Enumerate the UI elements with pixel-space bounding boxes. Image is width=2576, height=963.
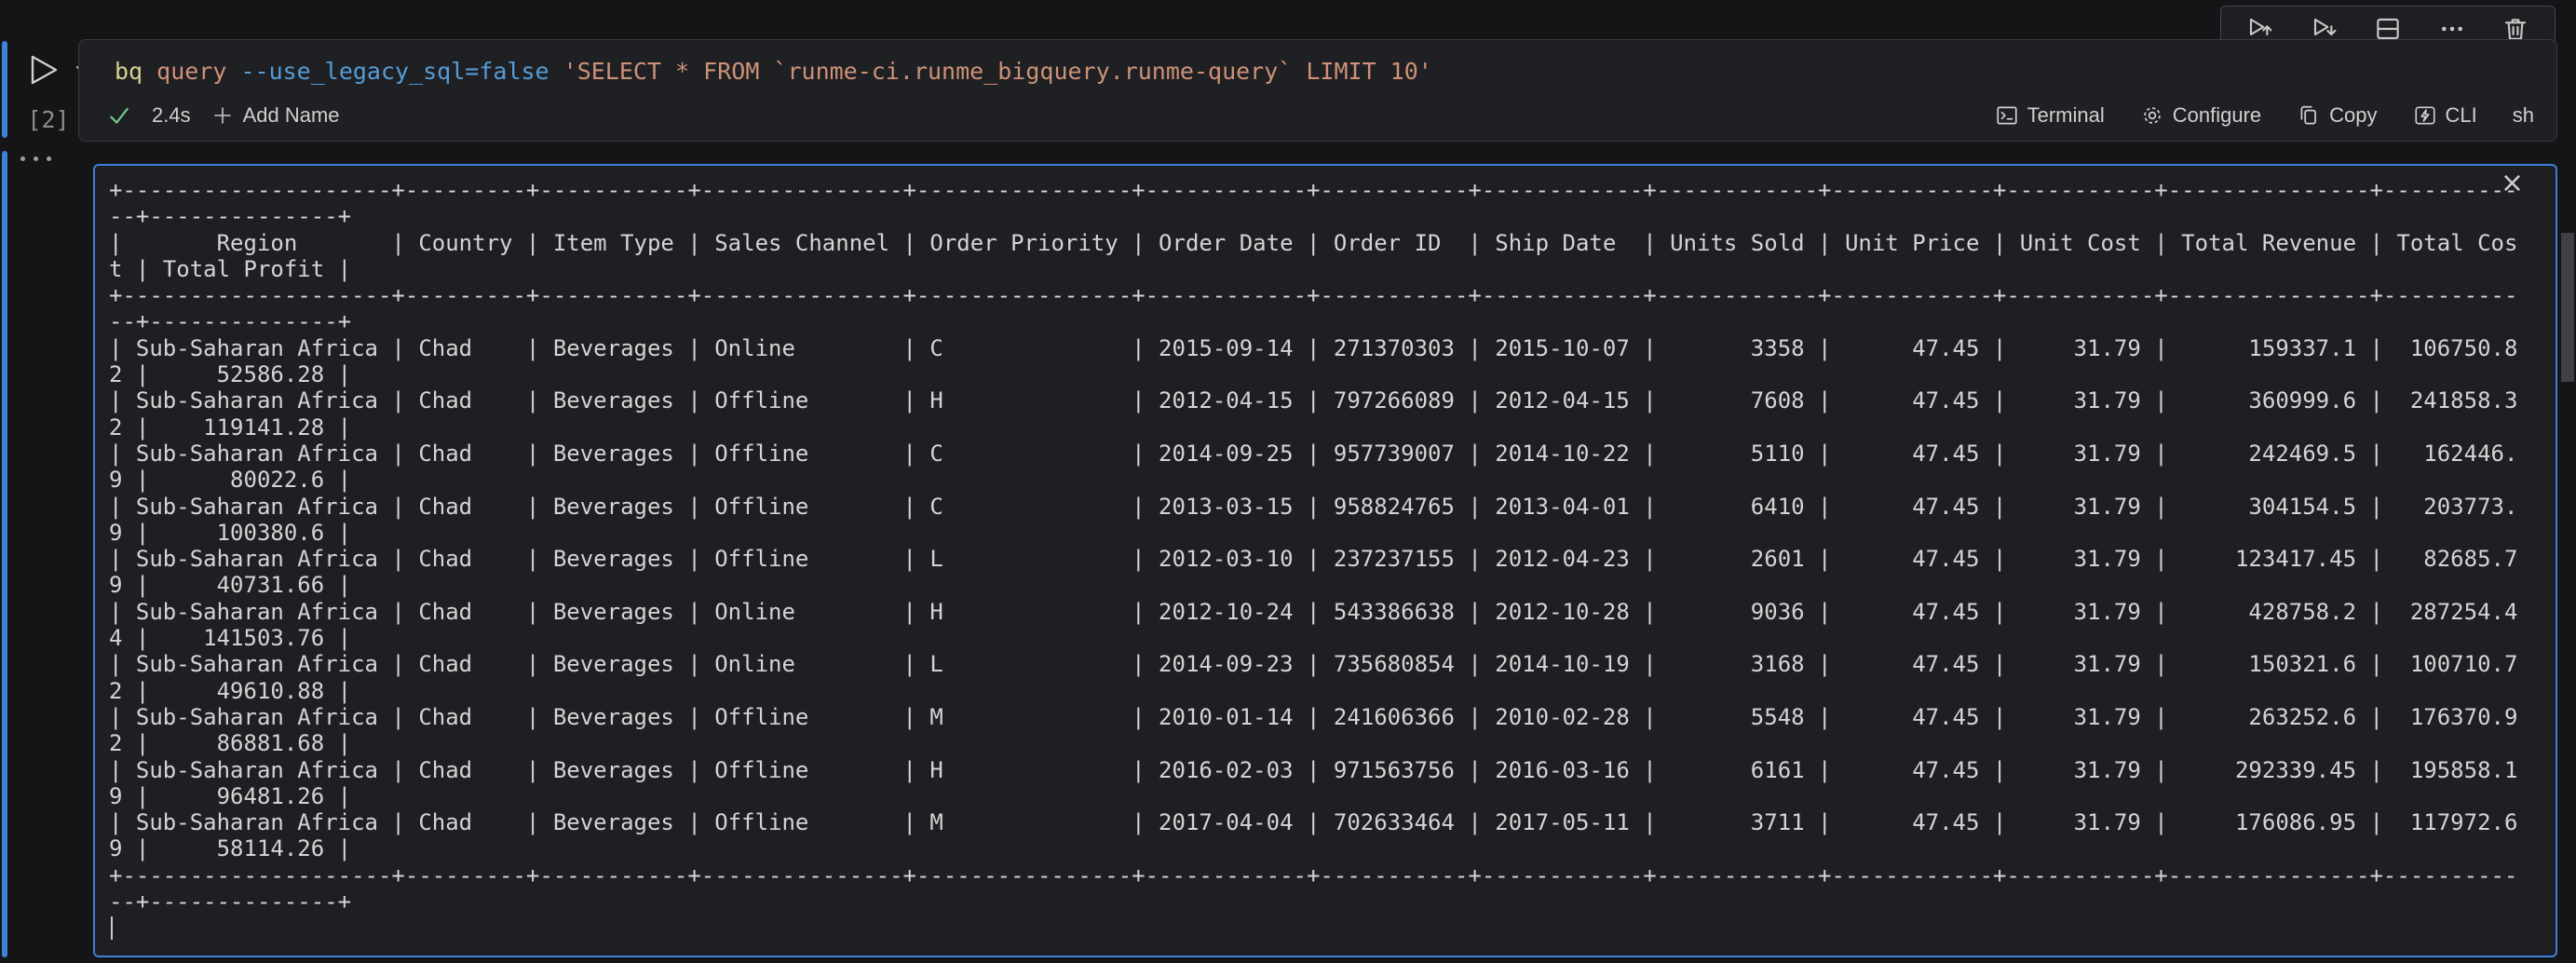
terminal-panel[interactable]: +--------------------+---------+--------…: [93, 164, 2557, 957]
terminal-line: +--------------------+---------+--------…: [109, 282, 2537, 308]
command-token: bq: [115, 58, 156, 85]
terminal-action[interactable]: Terminal: [1995, 103, 2105, 128]
configure-action-label: Configure: [2173, 103, 2261, 128]
copy-action-label: Copy: [2329, 103, 2377, 128]
terminal-line: 9 | 80022.6 |: [109, 467, 2537, 493]
terminal-line: | Sub-Saharan Africa | Chad | Beverages …: [109, 757, 2537, 783]
terminal-line: | Sub-Saharan Africa | Chad | Beverages …: [109, 494, 2537, 520]
add-name-button[interactable]: Add Name: [211, 103, 340, 128]
configure-action[interactable]: Configure: [2140, 103, 2261, 128]
terminal-line: 2 | 119141.28 |: [109, 414, 2537, 441]
cell-status-bar: 2.4s Add Name Terminal: [107, 96, 2534, 135]
terminal-line: 9 | 58114.26 |: [109, 835, 2537, 861]
terminal-line: | Sub-Saharan Africa | Chad | Beverages …: [109, 704, 2537, 730]
copy-icon: [2297, 103, 2321, 128]
terminal-line: 2 | 86881.68 |: [109, 730, 2537, 756]
dot: [47, 156, 51, 161]
terminal-line: --+--------------+: [109, 308, 2537, 334]
terminal-line: +--------------------+---------+--------…: [109, 862, 2537, 888]
terminal-line: 9 | 40731.66 |: [109, 572, 2537, 598]
success-check-icon: [107, 103, 131, 128]
language-tag: sh: [2513, 103, 2534, 128]
terminal-cursor: [111, 916, 113, 940]
terminal-line: | Sub-Saharan Africa | Chad | Beverages …: [109, 441, 2537, 467]
terminal-line: t | Total Profit |: [109, 256, 2537, 282]
terminal-line: --+--------------+: [109, 203, 2537, 229]
terminal-line: | Sub-Saharan Africa | Chad | Beverages …: [109, 651, 2537, 677]
terminal-icon: [1995, 103, 2019, 128]
terminal-output: +--------------------+---------+--------…: [95, 166, 2556, 956]
terminal-line: 4 | 141503.76 |: [109, 625, 2537, 651]
close-icon[interactable]: ×: [2501, 170, 2524, 197]
terminal-line: | Sub-Saharan Africa | Chad | Beverages …: [109, 335, 2537, 361]
plus-icon: [211, 104, 234, 127]
terminal-line: +--------------------+---------+--------…: [109, 177, 2537, 203]
cell-focus-bar: [2, 41, 7, 138]
cli-icon: [2413, 103, 2437, 128]
terminal-line: | Sub-Saharan Africa | Chad | Beverages …: [109, 546, 2537, 572]
copy-action[interactable]: Copy: [2297, 103, 2377, 128]
command-token: 'SELECT * FROM `runme-ci.runme_bigquery.…: [563, 58, 1432, 85]
dot: [20, 156, 25, 161]
add-name-label: Add Name: [243, 103, 340, 128]
terminal-line: 9 | 96481.26 |: [109, 783, 2537, 809]
cli-action[interactable]: CLI: [2413, 103, 2477, 128]
execution-count: [2]: [22, 106, 75, 133]
terminal-line: --+--------------+: [109, 888, 2537, 915]
gear-icon: [2140, 103, 2164, 128]
terminal-line: 2 | 49610.88 |: [109, 678, 2537, 704]
run-cell-button[interactable]: [24, 50, 63, 89]
output-more-actions[interactable]: [20, 156, 51, 161]
command-token: query: [156, 58, 240, 85]
execution-duration: 2.4s: [152, 103, 191, 128]
scrollbar-thumb[interactable]: [2561, 233, 2574, 382]
command-line[interactable]: bq query --use_legacy_sql=false 'SELECT …: [115, 49, 1432, 92]
terminal-line: 2 | 52586.28 |: [109, 361, 2537, 387]
command-token: --use_legacy_sql=false: [240, 58, 563, 85]
terminal-line: | Sub-Saharan Africa | Chad | Beverages …: [109, 599, 2537, 625]
cli-action-label: CLI: [2446, 103, 2477, 128]
terminal-line: | Region | Country | Item Type | Sales C…: [109, 230, 2537, 256]
dot: [34, 156, 38, 161]
terminal-line: | Sub-Saharan Africa | Chad | Beverages …: [109, 387, 2537, 414]
output-focus-bar: [2, 151, 7, 957]
terminal-line: 9 | 100380.6 |: [109, 520, 2537, 546]
play-icon: [24, 50, 63, 89]
code-cell: bq query --use_legacy_sql=false 'SELECT …: [78, 39, 2557, 142]
terminal-action-label: Terminal: [2027, 103, 2105, 128]
terminal-line: | Sub-Saharan Africa | Chad | Beverages …: [109, 809, 2537, 835]
